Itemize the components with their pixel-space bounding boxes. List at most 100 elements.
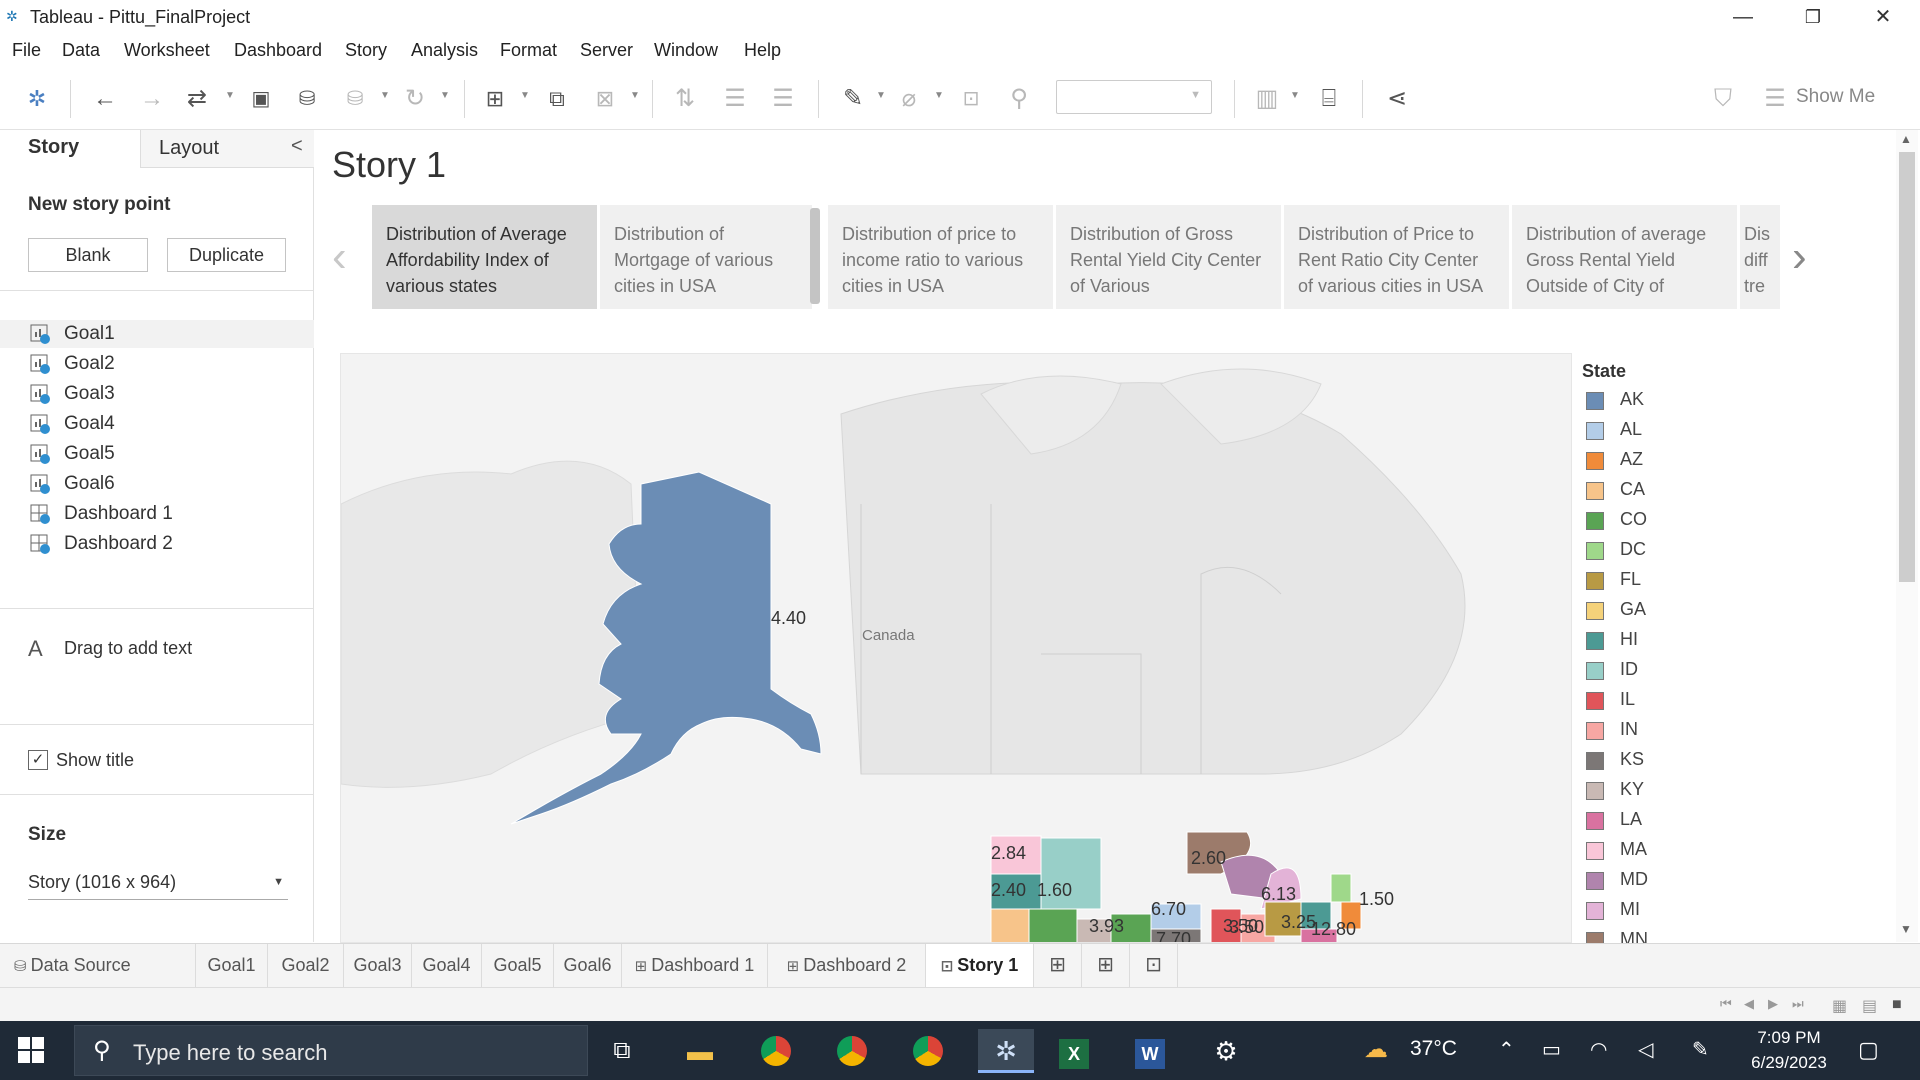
sheet-tab[interactable]: Goal1 <box>196 944 268 988</box>
scroll-up-icon[interactable]: ▲ <box>1900 132 1912 146</box>
volume-icon[interactable]: ◁ <box>1638 1037 1653 1062</box>
pause-dropdown-icon[interactable]: ▼ <box>380 90 390 101</box>
wifi-icon[interactable]: ◠ <box>1590 1037 1607 1062</box>
tableau-home-icon[interactable]: ✲ <box>20 82 54 116</box>
sort-ascending-icon[interactable]: ☰ <box>718 82 752 116</box>
show-hidden-icons-icon[interactable]: ⌃ <box>1498 1037 1515 1062</box>
legend-item[interactable]: IN <box>1586 717 1766 745</box>
story-point-6[interactable]: Distribution of average Gross Rental Yie… <box>1512 205 1737 309</box>
clear-sheet-icon[interactable]: ⊠ <box>588 82 622 116</box>
sheet-list-item[interactable]: Dashboard 2 <box>0 530 314 558</box>
tab-layout[interactable]: Layout < <box>140 130 314 168</box>
sheet-list-item[interactable]: Goal6 <box>0 470 314 498</box>
legend-item[interactable]: MA <box>1586 837 1766 865</box>
new-story-tab-icon[interactable]: ⊡ <box>1130 944 1178 988</box>
file-explorer-icon[interactable]: ▬ <box>678 1029 722 1073</box>
legend-item[interactable]: FL <box>1586 567 1766 595</box>
fix-axes-icon[interactable]: ⚲ <box>1002 82 1036 116</box>
size-select[interactable]: Story (1016 x 964) ▼ <box>28 870 288 900</box>
format-painter-icon[interactable]: ⛉ <box>1706 82 1740 116</box>
minimize-button[interactable]: — <box>1720 2 1766 32</box>
pause-updates-icon[interactable]: ⛁ <box>338 82 372 116</box>
highlight-dropdown-icon[interactable]: ▼ <box>876 90 886 101</box>
weather-temperature[interactable]: 37°C <box>1410 1037 1457 1061</box>
sheet-list-item[interactable]: Goal2 <box>0 350 314 378</box>
pen-icon[interactable]: ✎ <box>1692 1037 1709 1062</box>
legend-item[interactable]: MD <box>1586 867 1766 895</box>
undo-icon[interactable]: ← <box>88 82 122 116</box>
menu-dashboard[interactable]: Dashboard <box>234 40 322 61</box>
word-icon[interactable]: W <box>1128 1029 1172 1073</box>
replay-icon[interactable]: ⇄ <box>180 82 214 116</box>
sort-descending-icon[interactable]: ☰ <box>766 82 800 116</box>
tab-story[interactable]: Story <box>0 130 140 168</box>
new-worksheet-tab-icon[interactable]: ⊞ <box>1034 944 1082 988</box>
story-point-1[interactable]: Distribution of Average Affordability In… <box>372 205 597 309</box>
group-dropdown-icon[interactable]: ▼ <box>934 90 944 101</box>
chrome-profile-1-icon[interactable] <box>754 1029 798 1073</box>
chrome-profile-2-icon[interactable] <box>830 1029 874 1073</box>
last-page-icon[interactable]: ⏭ <box>1792 996 1804 1012</box>
first-page-icon[interactable]: ⏮ <box>1720 996 1732 1012</box>
new-dashboard-tab-icon[interactable]: ⊞ <box>1082 944 1130 988</box>
taskbar-search[interactable]: ⚲ Type here to search <box>74 1025 588 1076</box>
show-sheet-sorter-icon[interactable]: ▦ <box>1832 996 1847 1016</box>
story-point-5[interactable]: Distribution of Price to Rent Ratio City… <box>1284 205 1509 309</box>
collapse-pane-icon[interactable]: < <box>291 135 303 158</box>
sheet-tab[interactable]: ⊞ Dashboard 2 <box>768 944 926 988</box>
show-tabs-icon[interactable]: ■ <box>1892 996 1902 1014</box>
blank-button[interactable]: Blank <box>28 238 148 272</box>
new-worksheet-dropdown-icon[interactable]: ▼ <box>520 90 530 101</box>
legend-item[interactable]: LA <box>1586 807 1766 835</box>
settings-gear-icon[interactable]: ⚙ <box>1204 1029 1248 1073</box>
swap-rows-columns-icon[interactable]: ⇅ <box>668 82 702 116</box>
scroll-thumb[interactable] <box>1899 152 1915 582</box>
chrome-profile-3-icon[interactable] <box>906 1029 950 1073</box>
replay-dropdown-icon[interactable]: ▼ <box>225 90 235 101</box>
show-me-icon[interactable]: ☰ <box>1758 82 1792 116</box>
menu-story[interactable]: Story <box>345 40 387 61</box>
data-source-tab[interactable]: ⛁ Data Source <box>0 944 196 988</box>
navigator-scrollbar[interactable] <box>810 208 820 304</box>
sheet-tab[interactable]: ⊞ Dashboard 1 <box>622 944 768 988</box>
legend-item[interactable]: IL <box>1586 687 1766 715</box>
sheet-list-item[interactable]: Goal1 <box>0 320 314 348</box>
sheet-list-item[interactable]: Dashboard 1 <box>0 500 314 528</box>
clear-dropdown-icon[interactable]: ▼ <box>630 90 640 101</box>
menu-data[interactable]: Data <box>62 40 100 61</box>
windows-start-icon[interactable] <box>18 1037 44 1063</box>
story-point-2[interactable]: Distribution of Mortgage of various citi… <box>600 205 812 309</box>
drag-to-add-text[interactable]: Drag to add text <box>64 638 192 659</box>
maximize-button[interactable]: ❐ <box>1790 2 1836 32</box>
story-point-3[interactable]: Distribution of price to income ratio to… <box>828 205 1053 309</box>
redo-icon[interactable]: → <box>135 82 169 116</box>
legend-item[interactable]: HI <box>1586 627 1766 655</box>
vertical-scrollbar[interactable]: ▲ ▼ <box>1896 130 1918 942</box>
clock[interactable]: 7:09 PM 6/29/2023 <box>1736 1025 1842 1075</box>
highlight-icon[interactable]: ✎ <box>836 82 870 116</box>
menu-format[interactable]: Format <box>500 40 557 61</box>
menu-analysis[interactable]: Analysis <box>411 40 478 61</box>
legend-item[interactable]: DC <box>1586 537 1766 565</box>
story-point-4[interactable]: Distribution of Gross Rental Yield City … <box>1056 205 1281 309</box>
tableau-taskbar-icon[interactable]: ✲ <box>978 1029 1034 1073</box>
menu-file[interactable]: File <box>12 40 41 61</box>
legend-item[interactable]: GA <box>1586 597 1766 625</box>
legend-item[interactable]: KS <box>1586 747 1766 775</box>
story-point-7[interactable]: Dis diff tre <box>1740 205 1780 309</box>
show-me-button[interactable]: Show Me <box>1796 86 1875 108</box>
menu-help[interactable]: Help <box>744 40 781 61</box>
save-icon[interactable]: ▣ <box>244 82 278 116</box>
sheet-tab[interactable]: Goal6 <box>554 944 622 988</box>
show-filmstrip-icon[interactable]: ▤ <box>1862 996 1877 1016</box>
menu-server[interactable]: Server <box>580 40 633 61</box>
presentation-mode-icon[interactable]: ⌸ <box>1312 82 1346 116</box>
menu-window[interactable]: Window <box>654 40 718 61</box>
sheet-list-item[interactable]: Goal5 <box>0 440 314 468</box>
legend-item[interactable]: CA <box>1586 477 1766 505</box>
scroll-down-icon[interactable]: ▼ <box>1900 922 1912 936</box>
excel-icon[interactable]: X <box>1052 1029 1096 1073</box>
next-page-icon[interactable]: ▶ <box>1768 996 1778 1012</box>
legend-item[interactable]: MI <box>1586 897 1766 925</box>
previous-story-point-icon[interactable]: ‹ <box>332 232 347 282</box>
